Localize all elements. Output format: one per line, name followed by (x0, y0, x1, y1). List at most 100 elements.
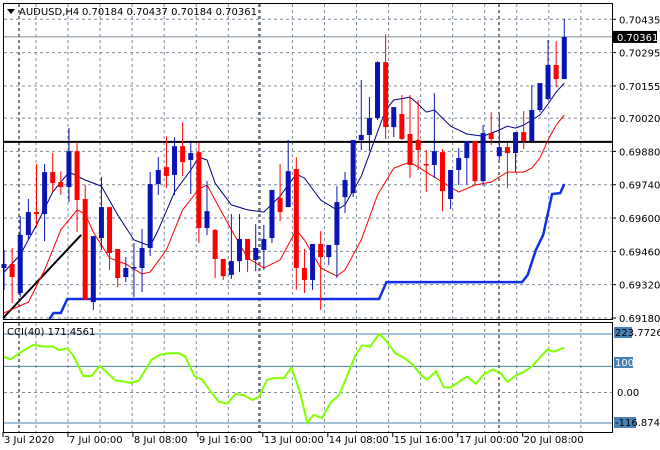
cci-zero-label: 0.00 (617, 388, 639, 399)
candle[interactable] (513, 132, 519, 173)
candle-body-bear (58, 182, 64, 188)
candle-body-bear (399, 114, 405, 140)
candle[interactable] (537, 83, 543, 113)
price-tick-label: 0.69320 (619, 281, 660, 292)
candle[interactable] (90, 236, 96, 310)
candle-body-bull (98, 207, 104, 239)
candle[interactable] (277, 164, 283, 222)
candle[interactable] (220, 258, 226, 280)
candle[interactable] (261, 224, 267, 270)
current-price-label: 0.70361 (617, 33, 658, 44)
candle[interactable] (269, 189, 275, 244)
moving-average-fast (3, 82, 565, 273)
price-tick-label: 0.69880 (619, 147, 660, 158)
candle[interactable] (464, 141, 470, 185)
candle[interactable] (431, 93, 437, 179)
collapse-triangle-icon[interactable] (7, 9, 15, 14)
candle[interactable] (366, 97, 372, 152)
price-panel[interactable] (1, 18, 613, 320)
candle[interactable] (480, 124, 486, 187)
candle[interactable] (488, 112, 494, 145)
candle[interactable] (415, 99, 421, 170)
candle[interactable] (9, 248, 15, 304)
candle[interactable] (496, 114, 502, 160)
candle-body-bull (431, 151, 437, 165)
cci-panel[interactable] (2, 332, 612, 426)
candle-body-bull (172, 146, 178, 175)
candle[interactable] (139, 228, 145, 293)
candle-body-bear (488, 133, 494, 140)
candle[interactable] (358, 80, 364, 150)
candle[interactable] (545, 40, 551, 100)
candle-body-bull (236, 238, 242, 262)
candle[interactable] (147, 172, 153, 257)
candle[interactable] (375, 61, 381, 120)
candle[interactable] (74, 142, 80, 233)
candle[interactable] (439, 149, 445, 212)
candle[interactable] (326, 244, 332, 265)
candle[interactable] (50, 153, 56, 193)
candle[interactable] (245, 238, 251, 273)
candle-body-bull (269, 189, 275, 239)
candle[interactable] (456, 148, 462, 185)
candle-body-bull (326, 244, 332, 258)
candle[interactable] (17, 216, 23, 298)
cci-min-label: -116.8746 (615, 418, 660, 429)
candle[interactable] (196, 142, 202, 244)
time-tick-label: 20 Jul 08:00 (524, 435, 584, 446)
candle[interactable] (66, 128, 72, 203)
candle[interactable] (236, 213, 242, 273)
candle-body-bear (107, 207, 113, 254)
candle[interactable] (472, 141, 478, 185)
candle-body-bear (196, 152, 202, 229)
candle[interactable] (82, 184, 88, 300)
candle[interactable] (228, 213, 234, 279)
candle[interactable] (504, 143, 510, 189)
price-tick-label: 0.69180 (619, 314, 660, 325)
candle[interactable] (383, 34, 389, 140)
candle-body-bear (33, 212, 39, 214)
candle[interactable] (123, 257, 129, 283)
candle[interactable] (342, 172, 348, 214)
candle[interactable] (212, 228, 218, 279)
candle[interactable] (293, 157, 299, 290)
candle-body-bull (496, 147, 502, 157)
candle[interactable] (399, 94, 405, 140)
candle-body-bull (155, 169, 161, 185)
price-tick-label: 0.70155 (619, 82, 660, 93)
trendline[interactable] (2, 234, 82, 319)
candle[interactable] (391, 107, 397, 138)
candle[interactable] (180, 122, 186, 177)
candle[interactable] (172, 137, 178, 195)
candle[interactable] (285, 139, 291, 208)
candle[interactable] (407, 94, 413, 179)
candle[interactable] (107, 207, 113, 270)
candle-body-bull (545, 65, 551, 100)
ohlc-readout: 0.70184 0.70437 0.70184 0.70361 (82, 7, 257, 18)
candle[interactable] (115, 248, 121, 288)
cci-max-label: 223.7726 (615, 328, 660, 339)
price-tick-label: 0.70435 (619, 15, 660, 26)
candle[interactable] (561, 18, 567, 80)
candle[interactable] (553, 41, 559, 88)
candle[interactable] (310, 243, 316, 290)
candle-body-bull (561, 36, 567, 80)
candle[interactable] (58, 171, 64, 195)
candle[interactable] (529, 84, 535, 142)
candle[interactable] (334, 186, 340, 279)
candle[interactable] (350, 139, 356, 198)
cci-100-label: 100 (615, 358, 634, 369)
candle[interactable] (301, 248, 307, 294)
candle-body-bull (366, 118, 372, 135)
time-axis: 3 Jul 2020 7 Jul 00:00 8 Jul 08:00 9 Jul 16… (2, 432, 584, 446)
candle-body-bull (342, 179, 348, 198)
price-axis: 0.70435 0.70295 0.70155 0.70020 0.69880 0.697… (612, 15, 660, 325)
candle-body-bull (228, 261, 234, 275)
candle-body-bear (415, 139, 421, 150)
candle-body-bear (9, 263, 15, 278)
candle[interactable] (155, 157, 161, 195)
candle[interactable] (42, 164, 48, 242)
time-tick-label: 14 Jul 08:00 (329, 435, 389, 446)
candle[interactable] (521, 111, 527, 150)
candle[interactable] (25, 199, 31, 240)
